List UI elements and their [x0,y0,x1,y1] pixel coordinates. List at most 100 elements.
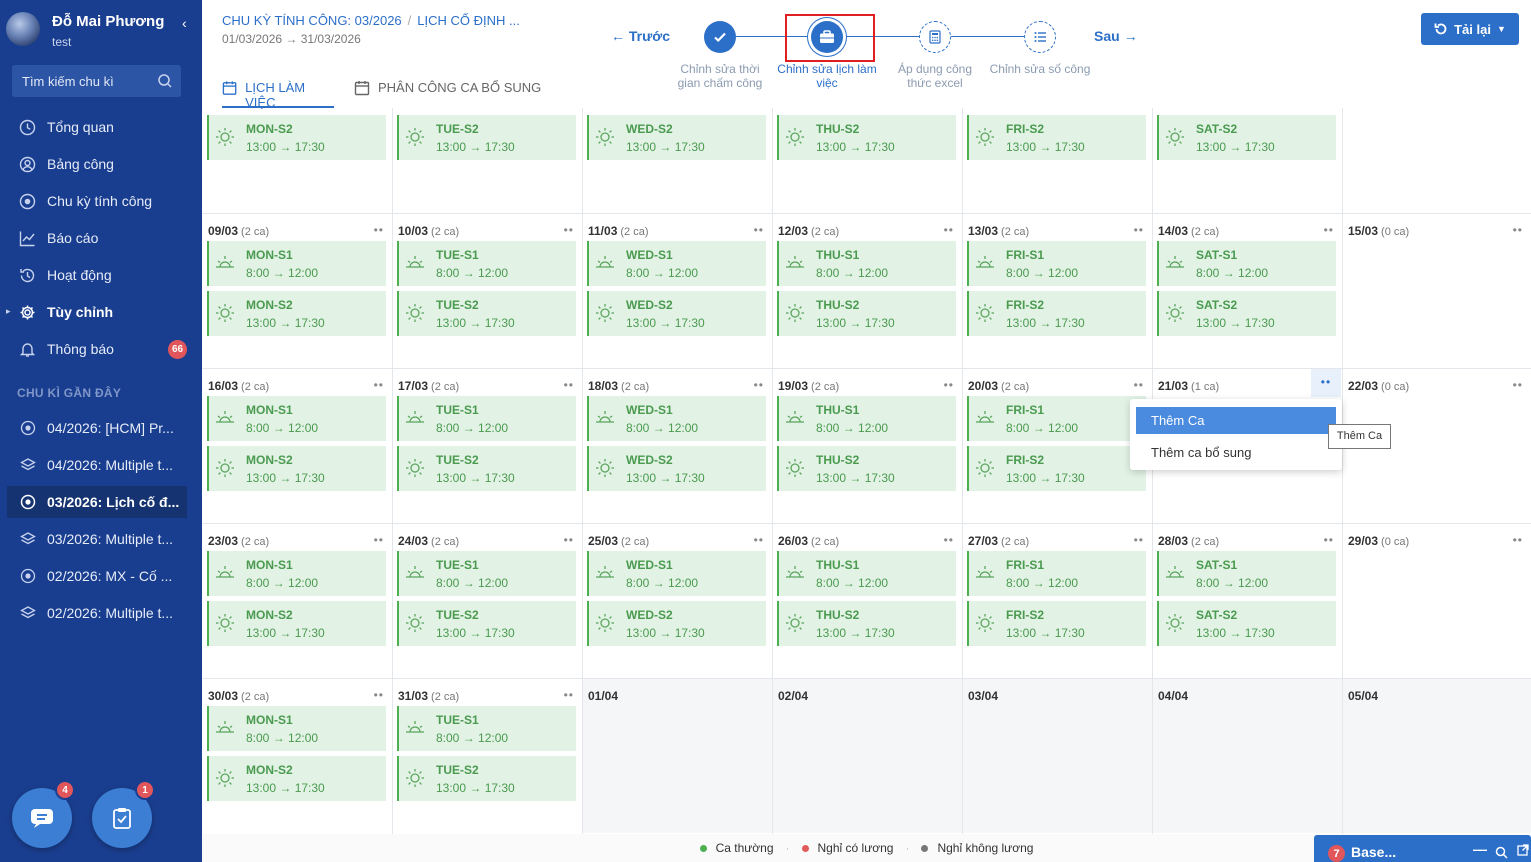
calendar-day-cell[interactable]: 02/04 [772,678,962,833]
calendar-day-cell[interactable]: 8:00 → 12:00WED-S213:00 → 17:30 [582,108,772,220]
calendar-day-cell[interactable]: 8:00 → 12:00MON-S213:00 → 17:30 [202,108,392,220]
calendar-day-cell[interactable]: 25/03 (2 ca) •• WED-S1 8:00 → 12:00 WED-S2 13:… [582,523,772,678]
chat-button[interactable]: 4 [12,780,75,848]
step-apply-excel[interactable] [919,21,951,53]
calendar-day-cell[interactable]: 10/03 (2 ca) •• TUE-S1 8:00 → 12:00 TUE-S2 13:… [392,213,582,368]
calendar-day-cell[interactable]: 13/03 (2 ca) •• FRI-S1 8:00 → 12:00 FRI-S2 13:… [962,213,1152,368]
calendar-day-cell[interactable]: 09/03 (2 ca) •• MON-S1 8:00 → 12:00 MON-S2 13:… [202,213,392,368]
menu-add-shift[interactable]: Thêm Ca [1136,407,1336,434]
nav-activity[interactable]: Hoạt động [0,260,202,290]
calendar-day-cell[interactable]: 11/03 (2 ca) •• WED-S1 8:00 → 12:00 WED-S2 13:… [582,213,772,368]
menu-add-extra-shift[interactable]: Thêm ca bổ sung [1136,439,1336,466]
more-options-icon[interactable]: •• [944,378,954,392]
prev-step-button[interactable]: ← Trước [611,28,670,44]
more-options-icon[interactable]: •• [1324,223,1334,237]
calendar-day-cell[interactable]: 16/03 (2 ca) •• MON-S1 8:00 → 12:00 MON-S2 13:… [202,368,392,523]
calendar-day-cell[interactable]: 8:00 → 12:00TUE-S213:00 → 17:30 [392,108,582,220]
calendar-day-cell[interactable]: 15/03 (0 ca) •• [1342,213,1531,368]
more-options-icon[interactable]: •• [374,378,384,392]
shift-card[interactable]: TUE-S2 13:00 → 17:30 [397,756,576,801]
more-options-icon[interactable]: •• [1134,378,1144,392]
calendar-day-cell[interactable]: 17/03 (2 ca) •• TUE-S1 8:00 → 12:00 TUE-S2 13:… [392,368,582,523]
calendar-day-cell[interactable]: 23/03 (2 ca) •• MON-S1 8:00 → 12:00 MON-S2 13:… [202,523,392,678]
nav-timesheet[interactable]: Bảng công [0,149,202,179]
step-edit-workdays[interactable] [1024,21,1056,53]
calendar-day-cell[interactable]: 12/03 (2 ca) •• THU-S1 8:00 → 12:00 THU-S2 13:… [772,213,962,368]
step-edit-attendance[interactable] [704,21,736,53]
shift-card[interactable]: FRI-S2 13:00 → 17:30 [967,115,1146,160]
more-options-icon[interactable]: •• [1134,533,1144,547]
tab-work-schedule[interactable]: LỊCH LÀM VIỆC [222,80,334,110]
shift-card[interactable]: THU-S2 13:00 → 17:30 [777,446,956,491]
calendar-day-cell[interactable]: 18/03 (2 ca) •• WED-S1 8:00 → 12:00 WED-S2 13:… [582,368,772,523]
more-options-icon[interactable]: •• [564,378,574,392]
more-options-icon[interactable]: •• [374,223,384,237]
calendar-day-cell[interactable]: 04/04 [1152,678,1342,833]
shift-card[interactable]: SAT-S1 8:00 → 12:00 [1157,241,1336,286]
reload-button[interactable]: Tải lại ▼ [1421,13,1519,45]
shift-card[interactable]: SAT-S2 13:00 → 17:30 [1157,291,1336,336]
shift-card[interactable]: MON-S1 8:00 → 12:00 [207,241,386,286]
more-options-icon[interactable]: •• [564,223,574,237]
more-options-icon[interactable]: •• [754,533,764,547]
calendar-day-cell[interactable]: 01/04 [582,678,772,833]
more-options-icon[interactable]: •• [944,223,954,237]
collapse-sidebar-icon[interactable]: ‹ [182,15,187,31]
shift-card[interactable]: THU-S1 8:00 → 12:00 [777,241,956,286]
shift-card[interactable]: TUE-S2 13:00 → 17:30 [397,446,576,491]
calendar-day-cell[interactable]: 8:00 → 12:00FRI-S213:00 → 17:30 [962,108,1152,220]
external-link-icon[interactable] [1517,844,1529,856]
more-options-icon[interactable]: •• [1513,378,1523,392]
nav-reports[interactable]: Báo cáo [0,223,202,253]
shift-card[interactable]: TUE-S1 8:00 → 12:00 [397,241,576,286]
calendar-day-cell[interactable]: 27/03 (2 ca) •• FRI-S1 8:00 → 12:00 FRI-S2 13:… [962,523,1152,678]
shift-card[interactable]: TUE-S2 13:00 → 17:30 [397,601,576,646]
more-options-icon[interactable]: •• [1311,369,1341,397]
more-options-icon[interactable]: •• [1324,533,1334,547]
recent-cycle-item-active[interactable]: 03/2026: Lịch cố đ... [7,486,187,518]
recent-cycle-item[interactable]: 04/2026: [HCM] Pr... [7,412,187,444]
shift-card[interactable]: MON-S1 8:00 → 12:00 [207,706,386,751]
shift-card[interactable]: WED-S1 8:00 → 12:00 [587,396,766,441]
shift-card[interactable]: WED-S2 13:00 → 17:30 [587,446,766,491]
calendar-day-cell[interactable]: 03/04 [962,678,1152,833]
shift-card[interactable]: THU-S2 13:00 → 17:30 [777,115,956,160]
calendar-day-cell[interactable]: 30/03 (2 ca) •• MON-S1 8:00 → 12:00 MON-S2 13:… [202,678,392,833]
shift-card[interactable]: WED-S2 13:00 → 17:30 [587,601,766,646]
nav-overview[interactable]: Tổng quan [0,112,202,142]
shift-card[interactable]: SAT-S2 13:00 → 17:30 [1157,601,1336,646]
calendar-day-cell[interactable] [1342,108,1531,220]
shift-card[interactable]: MON-S2 13:00 → 17:30 [207,291,386,336]
more-options-icon[interactable]: •• [374,533,384,547]
avatar[interactable] [6,12,40,46]
more-options-icon[interactable]: •• [564,533,574,547]
shift-card[interactable]: FRI-S1 8:00 → 12:00 [967,396,1146,441]
shift-card[interactable]: FRI-S1 8:00 → 12:00 [967,551,1146,596]
calendar-day-cell[interactable]: 19/03 (2 ca) •• THU-S1 8:00 → 12:00 THU-S2 13:… [772,368,962,523]
calendar-day-cell[interactable]: 26/03 (2 ca) •• THU-S1 8:00 → 12:00 THU-S2 13:… [772,523,962,678]
calendar-day-cell[interactable]: 28/03 (2 ca) •• SAT-S1 8:00 → 12:00 SAT-S2 13:… [1152,523,1342,678]
shift-card[interactable]: WED-S2 13:00 → 17:30 [587,115,766,160]
shift-card[interactable]: MON-S2 13:00 → 17:30 [207,601,386,646]
tab-extra-shift[interactable]: PHÂN CÔNG CA BỔ SUNG [354,80,541,108]
shift-card[interactable]: WED-S1 8:00 → 12:00 [587,551,766,596]
calendar-day-cell[interactable]: 31/03 (2 ca) •• TUE-S1 8:00 → 12:00 TUE-S2 13:… [392,678,582,833]
calendar-day-cell[interactable]: 24/03 (2 ca) •• TUE-S1 8:00 → 12:00 TUE-S2 13:… [392,523,582,678]
shift-card[interactable]: SAT-S2 13:00 → 17:30 [1157,115,1336,160]
recent-cycle-item[interactable]: 02/2026: MX - Cố ... [7,560,187,592]
shift-card[interactable]: THU-S1 8:00 → 12:00 [777,551,956,596]
base-chat-window[interactable]: 7 Base... — [1314,835,1531,862]
breadcrumb-cycle[interactable]: CHU KỲ TÍNH CÔNG: 03/2026 [222,13,402,28]
shift-card[interactable]: FRI-S2 13:00 → 17:30 [967,601,1146,646]
minimize-icon[interactable]: — [1473,841,1487,857]
calendar-day-cell[interactable]: 8:00 → 12:00SAT-S213:00 → 17:30 [1152,108,1342,220]
more-options-icon[interactable]: •• [754,223,764,237]
shift-card[interactable]: FRI-S2 13:00 → 17:30 [967,446,1146,491]
breadcrumb-schedule[interactable]: LỊCH CỐ ĐỊNH ... [417,13,520,28]
shift-card[interactable]: TUE-S1 8:00 → 12:00 [397,706,576,751]
calendar-day-cell[interactable]: 29/03 (0 ca) •• [1342,523,1531,678]
shift-card[interactable]: MON-S2 13:00 → 17:30 [207,115,386,160]
calendar-day-cell[interactable]: 20/03 (2 ca) •• FRI-S1 8:00 → 12:00 FRI-S2 13:… [962,368,1152,523]
shift-card[interactable]: TUE-S1 8:00 → 12:00 [397,551,576,596]
shift-card[interactable]: SAT-S1 8:00 → 12:00 [1157,551,1336,596]
